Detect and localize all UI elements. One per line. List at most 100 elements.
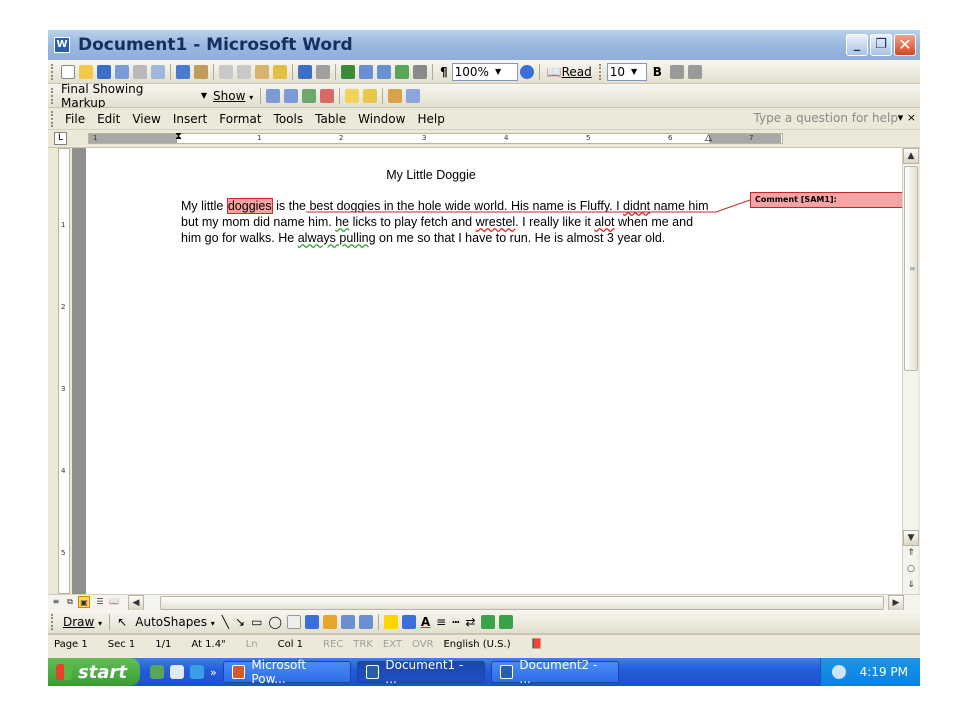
menu-insert[interactable]: Insert <box>173 112 207 126</box>
arrow-style-icon[interactable]: ⇄ <box>465 615 475 629</box>
diagram-icon[interactable] <box>322 614 337 629</box>
clock[interactable]: 4:19 PM <box>860 665 908 679</box>
status-language[interactable]: English (U.S.) <box>443 639 510 650</box>
next-change-icon[interactable] <box>284 88 299 103</box>
font-size-select[interactable]: 10 ▼ <box>606 62 647 81</box>
clip-art-icon[interactable] <box>340 614 355 629</box>
columns-icon[interactable] <box>413 64 427 79</box>
previous-change-icon[interactable] <box>266 88 281 103</box>
outline-view-icon[interactable]: ☰ <box>94 596 106 608</box>
horizontal-scroll-thumb[interactable] <box>160 596 884 610</box>
show-hidden-icons-icon[interactable] <box>831 665 846 679</box>
copy-icon[interactable] <box>237 64 251 79</box>
open-folder-icon[interactable] <box>79 64 93 79</box>
insert-picture-icon[interactable] <box>358 614 373 629</box>
line-icon[interactable]: ╲ <box>222 615 229 629</box>
3d-style-icon[interactable] <box>498 614 513 629</box>
indent-marker-icon[interactable]: ⧗ <box>175 131 182 142</box>
close-button[interactable]: ✕ <box>894 34 916 56</box>
menu-close-controls[interactable]: ▾ × <box>898 111 916 124</box>
increase-indent-icon[interactable] <box>687 64 702 79</box>
quick-launch-icon[interactable] <box>150 665 164 679</box>
draw-menu-button[interactable]: Draw ▾ <box>63 615 102 629</box>
print-layout-view-icon[interactable]: ▣ <box>78 596 90 608</box>
toolbar-grip[interactable] <box>51 110 55 127</box>
cut-icon[interactable] <box>219 64 233 79</box>
research-icon[interactable] <box>194 64 208 79</box>
vertical-scrollbar[interactable]: ▲ ≡ ▼ ⇑ ○ ⇓ <box>902 148 919 594</box>
menu-window[interactable]: Window <box>358 112 405 126</box>
reviewing-pane-icon[interactable] <box>388 88 403 103</box>
paste-icon[interactable] <box>255 64 269 79</box>
scroll-thumb[interactable]: ≡ <box>904 166 918 371</box>
menu-tools[interactable]: Tools <box>274 112 304 126</box>
permission-icon[interactable] <box>115 64 129 79</box>
menu-help[interactable]: Help <box>417 112 444 126</box>
web-layout-view-icon[interactable]: ⧉ <box>64 596 76 608</box>
new-document-icon[interactable] <box>61 64 75 79</box>
text-box-icon[interactable] <box>286 614 301 629</box>
select-browse-object-button[interactable]: ○ <box>903 562 919 578</box>
accept-change-icon[interactable] <box>302 88 317 103</box>
font-color-icon[interactable]: A <box>421 615 430 629</box>
menu-format[interactable]: Format <box>219 112 261 126</box>
reviewing-options-icon[interactable] <box>406 88 421 103</box>
line-style-icon[interactable]: ≡ <box>436 615 446 629</box>
document-page[interactable]: My Little Doggie My little doggies is th… <box>86 148 912 594</box>
insert-table-icon[interactable] <box>377 64 391 79</box>
toolbar-grip[interactable] <box>598 63 603 80</box>
print-icon[interactable] <box>133 64 147 79</box>
vertical-ruler[interactable]: 1 2 3 4 5 <box>58 148 70 594</box>
redo-icon[interactable] <box>316 64 330 79</box>
menu-file[interactable]: File <box>65 112 85 126</box>
internet-explorer-icon[interactable] <box>190 665 204 679</box>
toolbar-grip[interactable] <box>51 613 55 630</box>
previous-page-button[interactable]: ⇑ <box>903 546 919 562</box>
show-desktop-icon[interactable] <box>170 665 184 679</box>
spelling-status-icon[interactable]: 📕 <box>531 639 543 650</box>
start-button[interactable]: start <box>48 658 140 686</box>
taskbar-item-powerpoint[interactable]: Microsoft Pow... <box>222 658 351 686</box>
status-rec[interactable]: REC <box>323 639 343 650</box>
horizontal-ruler[interactable]: L 1 1 2 3 4 5 6 7 ⧗ △ <box>48 130 920 148</box>
normal-view-icon[interactable]: ≡ <box>50 596 62 608</box>
undo-icon[interactable] <box>298 64 312 79</box>
wordart-icon[interactable] <box>304 614 319 629</box>
restore-button[interactable]: ❐ <box>870 34 892 56</box>
menu-edit[interactable]: Edit <box>97 112 120 126</box>
decrease-indent-icon[interactable] <box>669 64 684 79</box>
read-button[interactable]: 📖Read <box>547 65 592 79</box>
scroll-down-button[interactable]: ▼ <box>903 530 919 546</box>
dash-style-icon[interactable]: ┅ <box>452 615 459 629</box>
insert-excel-icon[interactable] <box>395 64 409 79</box>
bold-button[interactable]: B <box>653 65 662 79</box>
print-preview-icon[interactable] <box>151 64 165 79</box>
comment-balloon[interactable]: Comment [SAM1]: <box>750 192 912 208</box>
help-icon[interactable] <box>519 64 534 79</box>
tables-borders-icon[interactable] <box>359 64 373 79</box>
menu-table[interactable]: Table <box>315 112 346 126</box>
title-bar[interactable]: W Document1 - Microsoft Word _ ❐ ✕ <box>48 30 920 60</box>
shadow-style-icon[interactable] <box>480 614 495 629</box>
save-icon[interactable] <box>97 64 111 79</box>
arrow-icon[interactable]: ↘ <box>235 615 245 629</box>
status-ovr[interactable]: OVR <box>412 639 433 650</box>
reading-layout-view-icon[interactable]: 📖 <box>108 596 120 608</box>
scroll-left-button[interactable]: ◀ <box>128 595 144 611</box>
spelling-icon[interactable] <box>176 64 190 79</box>
taskbar-item-document2[interactable]: Document2 - ... <box>490 658 619 686</box>
status-trk[interactable]: TRK <box>353 639 373 650</box>
right-indent-marker-icon[interactable]: △ <box>705 133 712 143</box>
track-changes-icon[interactable] <box>363 88 378 103</box>
fill-color-icon[interactable] <box>383 614 398 629</box>
scroll-up-button[interactable]: ▲ <box>903 148 919 164</box>
ask-question-input[interactable]: Type a question for help <box>754 111 898 125</box>
autoshapes-menu-button[interactable]: AutoShapes ▾ <box>135 615 215 629</box>
show-menu-button[interactable]: Show ▾ <box>213 89 253 103</box>
rectangle-icon[interactable]: ▭ <box>251 615 262 629</box>
menu-view[interactable]: View <box>132 112 160 126</box>
zoom-select[interactable]: 100% ▼ <box>451 62 518 81</box>
taskbar-item-document1[interactable]: Document1 - ... <box>356 658 485 686</box>
insert-comment-icon[interactable] <box>345 88 360 103</box>
reject-change-icon[interactable] <box>320 88 335 103</box>
